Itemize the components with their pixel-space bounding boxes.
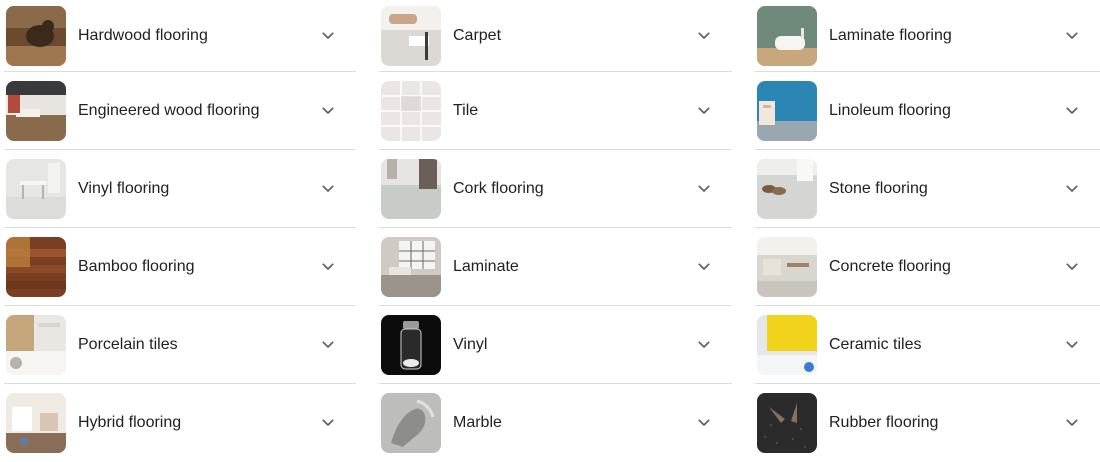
chevron-down-icon[interactable] (692, 99, 716, 123)
thumbnail-kitchen (6, 314, 66, 375)
thumbnail-marble-relief (381, 393, 441, 453)
list-item[interactable]: Marble (379, 384, 732, 462)
chevron-down-icon[interactable] (1060, 99, 1084, 123)
thumbnail-wood-living-room (6, 80, 66, 141)
list-item[interactable]: Porcelain tiles (4, 306, 356, 384)
list-item[interactable]: Ceramic tiles (755, 306, 1100, 384)
thumbnail-bamboo-boards (6, 236, 66, 297)
thumbnail-loft-window (381, 236, 441, 297)
thumbnail-office-space (757, 236, 817, 297)
list-item[interactable]: Stone flooring (755, 150, 1100, 228)
item-label: Vinyl flooring (78, 179, 170, 197)
list-item[interactable]: Bamboo flooring (4, 228, 356, 306)
thumbnail-grey-floor-shoes (757, 158, 817, 219)
chevron-down-icon[interactable] (316, 255, 340, 279)
item-label: Tile (453, 101, 479, 119)
thumbnail-blue-wall (757, 80, 817, 141)
item-label: Hardwood flooring (78, 26, 208, 44)
list-item[interactable]: Concrete flooring (755, 228, 1100, 306)
item-label: Laminate flooring (829, 26, 952, 44)
column-1: Hardwood flooring Engineered wood floori… (4, 0, 356, 462)
item-label: Vinyl (453, 335, 488, 353)
chevron-down-icon[interactable] (692, 255, 716, 279)
thumbnail-wood-floor-dog (6, 5, 66, 66)
chevron-down-icon[interactable] (1060, 177, 1084, 201)
thumbnail-white-room-table (6, 158, 66, 219)
chevron-down-icon[interactable] (1060, 411, 1084, 435)
chevron-down-icon[interactable] (692, 177, 716, 201)
list-item[interactable]: Hybrid flooring (4, 384, 356, 462)
chevron-down-icon[interactable] (1060, 333, 1084, 357)
list-item[interactable]: Carpet (379, 0, 732, 72)
chevron-down-icon[interactable] (1060, 24, 1084, 48)
chevron-down-icon[interactable] (692, 333, 716, 357)
item-label: Rubber flooring (829, 414, 939, 431)
list-item[interactable]: Vinyl flooring (4, 150, 356, 228)
item-label: Marble (453, 414, 502, 431)
item-label: Cork flooring (453, 179, 544, 197)
column-3: Laminate flooring Linoleum flooring Ston… (755, 0, 1100, 462)
thumbnail-kids-room (6, 393, 66, 453)
list-item[interactable]: Vinyl (379, 306, 732, 384)
list-item[interactable]: Cork flooring (379, 150, 732, 228)
thumbnail-rubber-mat-hands (757, 393, 817, 453)
thumbnail-yellow-wall (757, 314, 817, 375)
item-label: Bamboo flooring (78, 257, 195, 275)
chevron-down-icon[interactable] (1060, 255, 1084, 279)
column-2: Carpet Tile Cork flooring Laminate Vinyl… (379, 0, 732, 462)
list-item[interactable]: Laminate flooring (755, 0, 1100, 72)
chevron-down-icon[interactable] (692, 411, 716, 435)
item-label: Engineered wood flooring (78, 101, 260, 119)
item-label: Ceramic tiles (829, 335, 922, 353)
thumbnail-cork-grey-floor (381, 158, 441, 219)
item-label: Carpet (453, 26, 502, 44)
thumbnail-green-bathroom (757, 5, 817, 66)
item-label: Stone flooring (829, 179, 928, 197)
list-item[interactable]: Laminate (379, 228, 732, 306)
list-item[interactable]: Linoleum flooring (755, 72, 1100, 150)
item-label: Linoleum flooring (829, 101, 951, 119)
chevron-down-icon[interactable] (316, 24, 340, 48)
chevron-down-icon[interactable] (316, 99, 340, 123)
list-item[interactable]: Engineered wood flooring (4, 72, 356, 150)
item-label: Hybrid flooring (78, 414, 182, 431)
chevron-down-icon[interactable] (692, 24, 716, 48)
related-searches-grid: Hardwood flooring Engineered wood floori… (0, 0, 1100, 460)
list-item[interactable]: Rubber flooring (755, 384, 1100, 462)
chevron-down-icon[interactable] (316, 333, 340, 357)
item-label: Porcelain tiles (78, 335, 178, 353)
chevron-down-icon[interactable] (316, 177, 340, 201)
item-label: Concrete flooring (829, 257, 951, 275)
thumbnail-glass-vial (381, 314, 441, 375)
thumbnail-white-tiles (381, 80, 441, 141)
list-item[interactable]: Tile (379, 72, 732, 150)
list-item[interactable]: Hardwood flooring (4, 0, 356, 72)
item-label: Laminate (453, 257, 519, 275)
thumbnail-carpet-feet (381, 5, 441, 66)
chevron-down-icon[interactable] (316, 411, 340, 435)
